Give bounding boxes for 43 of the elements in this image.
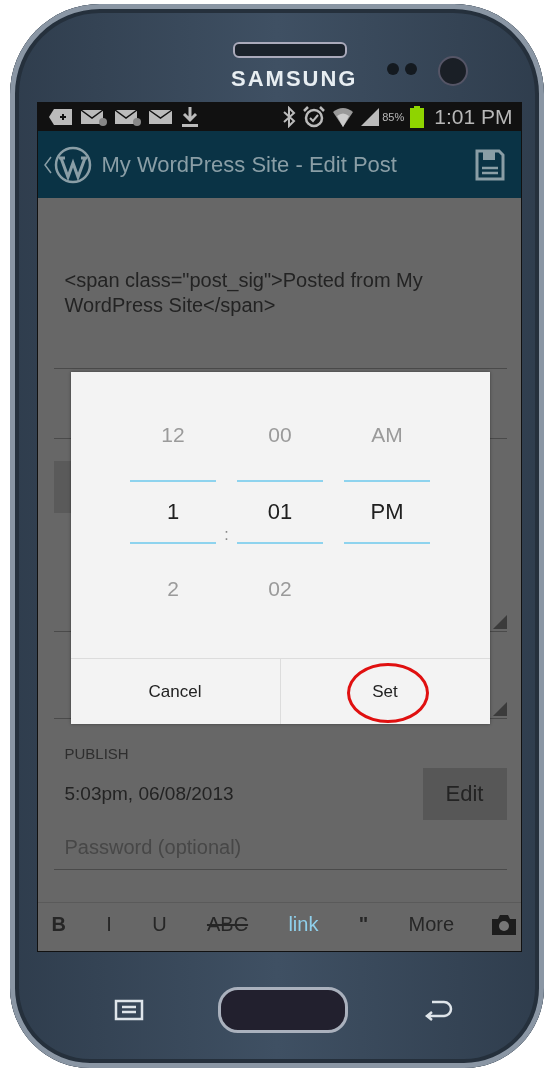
picker-option[interactable]: AM (371, 416, 403, 454)
italic-format-button[interactable]: I (102, 913, 116, 936)
front-camera-icon (438, 56, 468, 86)
bluetooth-icon (282, 106, 297, 128)
bold-format-button[interactable]: B (47, 913, 70, 936)
tag-plus-icon (47, 107, 74, 127)
signal-icon (360, 107, 381, 127)
mail-icon (147, 107, 174, 127)
publish-date: 5:03pm, 06/08/2013 (64, 783, 234, 805)
picker-selected-value[interactable]: 1 (130, 480, 216, 544)
link-format-button[interactable]: link (284, 913, 323, 936)
field-label: PUBLISH (64, 745, 129, 762)
picker-option[interactable]: 12 (161, 416, 185, 454)
alarm-clock-icon (302, 105, 327, 129)
brand-logo: SAMSUNG (230, 66, 358, 92)
mail-badge-icon (113, 107, 142, 127)
set-button[interactable]: Set (280, 659, 490, 724)
w-logo-icon (53, 145, 92, 184)
more-button[interactable]: More (404, 913, 459, 936)
download-icon (179, 106, 200, 128)
time-separator: : (223, 526, 230, 544)
picker-option[interactable]: 02 (268, 570, 292, 608)
picker-selected-value[interactable]: 01 (237, 480, 323, 544)
cancel-button[interactable]: Cancel (70, 659, 280, 724)
quote-format-button[interactable]: " (354, 913, 373, 936)
menu-key-icon[interactable] (114, 999, 144, 1021)
strike-format-button[interactable]: ABC (202, 913, 253, 936)
wifi-icon (332, 106, 355, 128)
clock-time: 1:01 PM (434, 105, 513, 129)
camera-icon[interactable] (490, 913, 519, 936)
picker-option[interactable]: 00 (268, 416, 292, 454)
chevron-left-icon (43, 155, 52, 174)
up-logo-button[interactable] (43, 145, 92, 184)
post-content-text: <span class="post_sig">Posted from My WordPress Site</span> (64, 268, 424, 318)
mail-badge-icon (79, 107, 108, 127)
underline-format-button[interactable]: U (148, 913, 171, 936)
save-icon[interactable] (474, 148, 505, 181)
home-button[interactable] (218, 987, 348, 1033)
picker-selected-value[interactable]: PM (344, 480, 430, 544)
picker-option[interactable]: 2 (167, 570, 179, 608)
screen-title: My WordPress Site - Edit Post (101, 151, 398, 178)
battery-icon (410, 106, 425, 128)
battery-percent: 85% (382, 111, 405, 123)
